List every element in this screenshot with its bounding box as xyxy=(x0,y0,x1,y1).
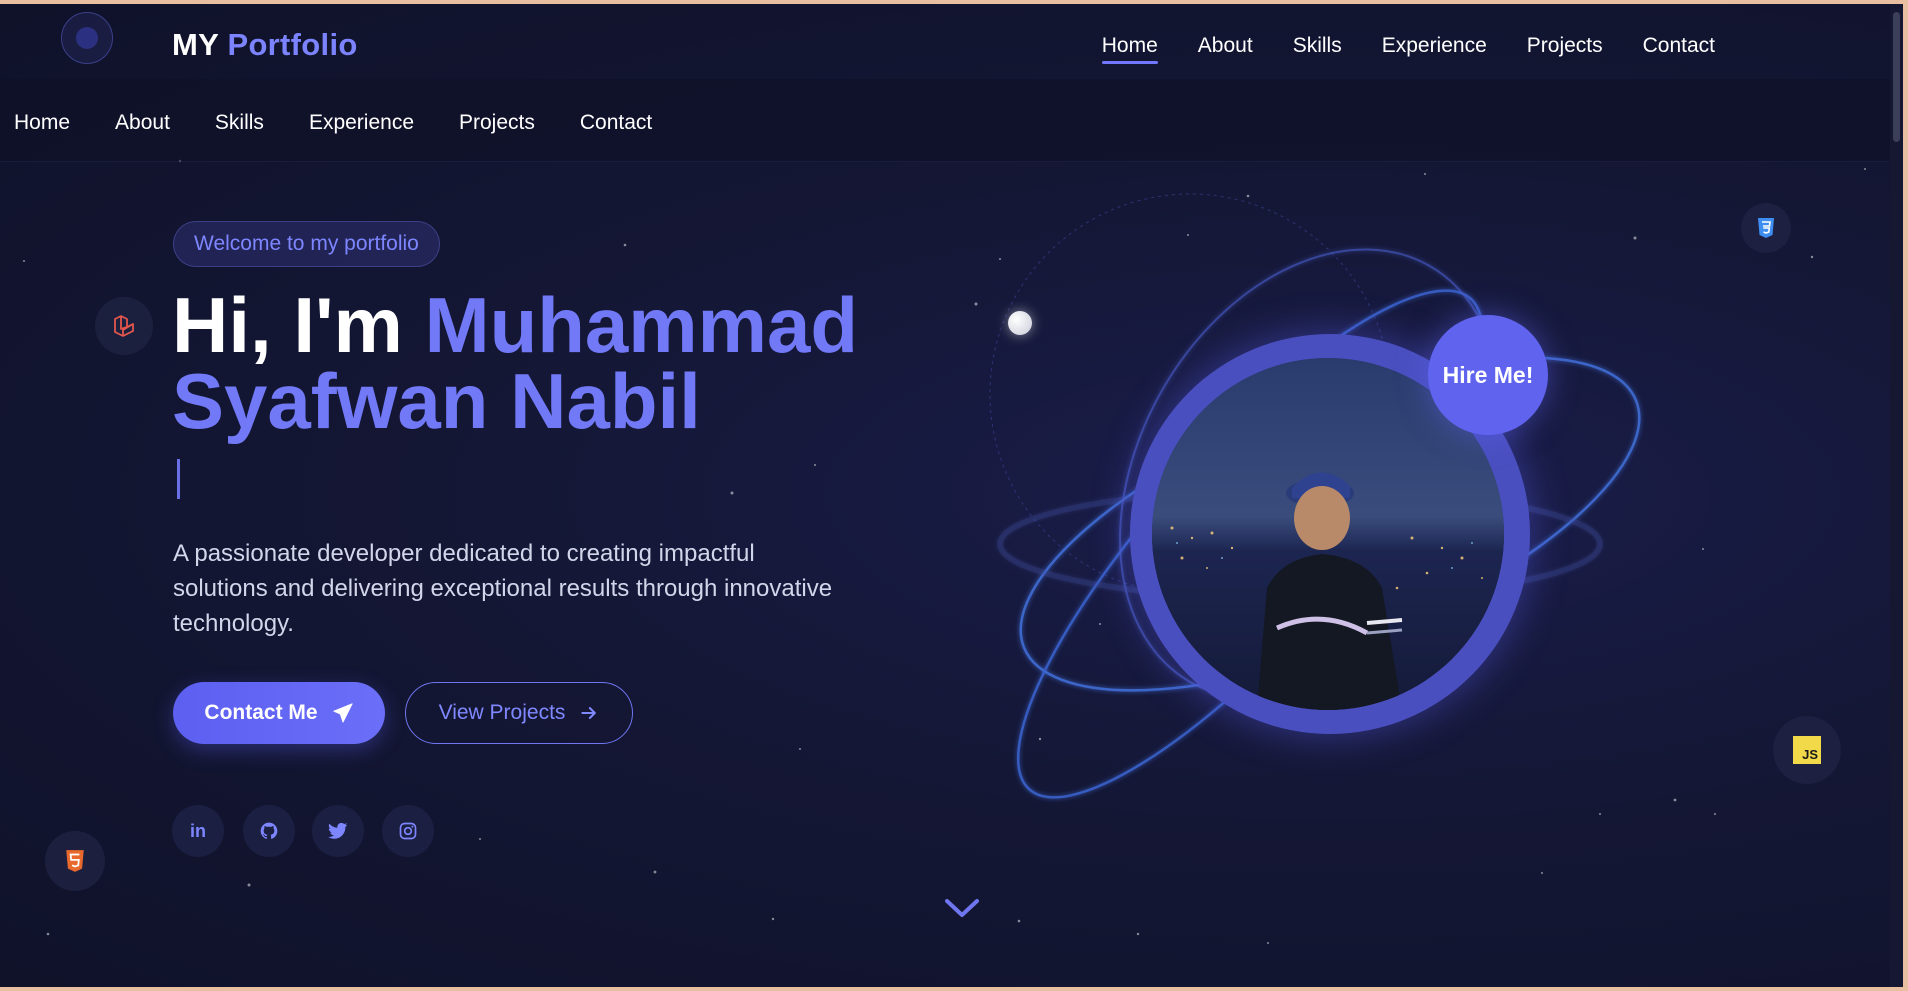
page-scrollbar[interactable] xyxy=(1890,4,1903,987)
subnav-contact[interactable]: Contact xyxy=(580,111,652,135)
arrow-right-icon xyxy=(581,707,597,719)
github-link[interactable] xyxy=(243,805,295,857)
hero-greeting: Hi, I'm xyxy=(172,281,403,369)
subnav-experience[interactable]: Experience xyxy=(309,111,414,135)
html5-icon xyxy=(66,850,84,872)
hire-me-badge[interactable]: Hire Me! xyxy=(1428,315,1548,435)
view-projects-button[interactable]: View Projects xyxy=(405,682,633,744)
hero-description: A passionate developer dedicated to crea… xyxy=(173,540,833,637)
laravel-icon xyxy=(114,315,134,337)
subnav-home[interactable]: Home xyxy=(14,111,70,135)
secondary-nav: Home About Skills Experience Projects Co… xyxy=(0,79,1893,162)
view-projects-label: View Projects xyxy=(438,701,566,724)
brand-accent: Portfolio xyxy=(227,27,358,62)
send-icon xyxy=(332,703,353,723)
nav-home[interactable]: Home xyxy=(1101,34,1158,64)
contact-me-button[interactable]: Contact Me xyxy=(173,682,385,744)
welcome-badge: Welcome to my portfolio xyxy=(173,221,440,267)
instagram-icon xyxy=(399,822,417,840)
brand-logo[interactable]: MY Portfolio xyxy=(172,27,358,63)
hero-name-first: Muhammad xyxy=(424,281,858,369)
moon-orb xyxy=(1008,311,1032,335)
main-nav: Home About Skills Experience Projects Co… xyxy=(1101,34,1715,64)
scroll-down-button[interactable] xyxy=(944,897,980,924)
nav-experience[interactable]: Experience xyxy=(1382,34,1487,64)
javascript-icon: JS xyxy=(1793,736,1821,764)
nav-about[interactable]: About xyxy=(1198,34,1253,64)
hero-name-last: Syafwan Nabil xyxy=(172,357,701,445)
subnav-skills[interactable]: Skills xyxy=(215,111,264,135)
nav-projects[interactable]: Projects xyxy=(1527,34,1603,64)
nav-contact[interactable]: Contact xyxy=(1643,34,1715,64)
javascript-tech-badge: JS xyxy=(1773,716,1841,784)
linkedin-link[interactable]: in xyxy=(172,805,224,857)
github-icon xyxy=(260,822,278,839)
laravel-tech-badge xyxy=(95,297,153,355)
nav-skills[interactable]: Skills xyxy=(1293,34,1342,64)
scrollbar-thumb[interactable] xyxy=(1893,12,1900,142)
hero-title: Hi, I'm Muhammad Syafwan Nabil xyxy=(172,286,858,440)
css3-icon xyxy=(1758,218,1774,238)
twitter-icon xyxy=(328,822,348,839)
instagram-link[interactable] xyxy=(382,805,434,857)
browser-viewport: Hire Me! JS MY Portfolio Home About Skil… xyxy=(0,4,1903,987)
typing-caret xyxy=(177,459,180,499)
twitter-link[interactable] xyxy=(312,805,364,857)
contact-me-label: Contact Me xyxy=(204,701,318,724)
linkedin-icon: in xyxy=(190,820,206,841)
css3-tech-badge xyxy=(1741,203,1791,253)
html5-tech-badge xyxy=(45,831,105,891)
subnav-about[interactable]: About xyxy=(115,111,170,135)
subnav-projects[interactable]: Projects xyxy=(459,111,535,135)
brand-prefix: MY xyxy=(172,27,219,62)
top-header: MY Portfolio Home About Skills Experienc… xyxy=(0,4,1893,79)
logo-icon[interactable] xyxy=(61,12,113,64)
chevron-down-icon xyxy=(945,899,979,917)
